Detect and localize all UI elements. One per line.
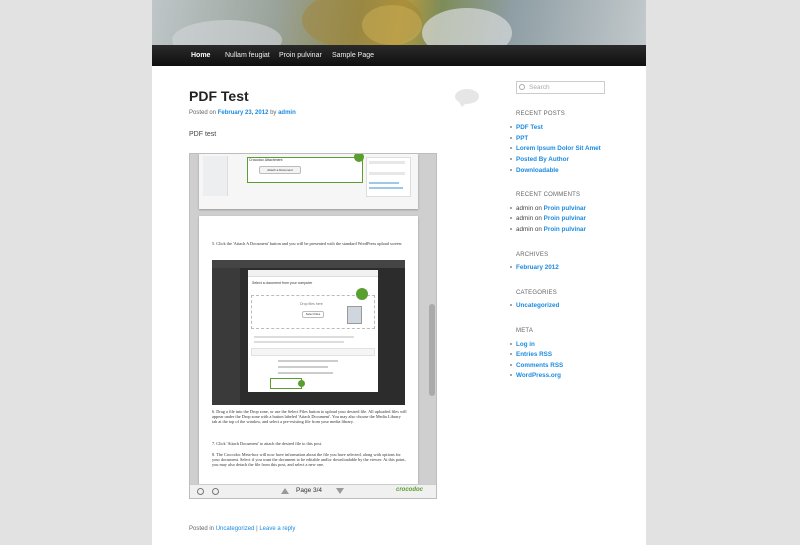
recent-comment-item: admin on Proin pulvinar <box>510 215 586 222</box>
posted-on-label: Posted on <box>189 110 217 116</box>
comment-post-link[interactable]: Proin pulvinar <box>544 205 586 212</box>
doc1-panel-title: Crocodoc Attachment <box>249 158 283 162</box>
zoom-out-icon[interactable] <box>197 488 204 495</box>
recent-post-item: Posted By Author <box>510 156 569 163</box>
categories-heading: CATEGORIES <box>516 290 557 296</box>
archive-link[interactable]: February 2012 <box>516 264 559 271</box>
leave-reply-link[interactable]: Leave a reply <box>259 526 295 532</box>
footer-separator: | <box>256 526 258 532</box>
post-date-link[interactable]: February 23, 2012 <box>218 110 269 116</box>
meta-item: WordPress.org <box>510 372 561 379</box>
post-meta: Posted on February 23, 2012 by admin <box>189 110 296 116</box>
page-container: Home Nullam feugiat Proin pulvinar Sampl… <box>152 0 646 545</box>
category-link[interactable]: Uncategorized <box>516 302 559 309</box>
nav-item-home[interactable]: Home <box>191 45 210 66</box>
recent-post-link[interactable]: PDF Test <box>516 124 543 131</box>
next-page-icon[interactable] <box>336 488 344 494</box>
comment-on-label: on <box>534 215 542 222</box>
archive-item: February 2012 <box>510 264 559 271</box>
comment-author: admin <box>516 215 534 222</box>
step-7-text: 7. Click 'Attach Document' to attach the… <box>212 441 323 446</box>
drop-zone-text: Drop files here <box>300 302 323 306</box>
post-title[interactable]: PDF Test <box>189 88 249 104</box>
recent-posts-heading: RECENT POSTS <box>516 111 565 117</box>
recent-post-link[interactable]: Downloadable <box>516 167 559 174</box>
viewer-scrollbar[interactable] <box>429 304 435 396</box>
post-content: PDF test <box>189 131 217 138</box>
step-5-text: 5. Click the 'Attach A Document' button … <box>212 241 403 246</box>
meta-item: Entries RSS <box>510 351 552 358</box>
search-icon <box>519 84 525 90</box>
meta-item: Log in <box>510 341 535 348</box>
document-viewer[interactable]: Crocodoc Attachment Attach a Document 5.… <box>189 153 437 499</box>
category-link[interactable]: Uncategorized <box>216 526 255 532</box>
comment-post-link[interactable]: Proin pulvinar <box>544 226 586 233</box>
comment-on-label: on <box>534 226 542 233</box>
zoom-in-icon[interactable] <box>212 488 219 495</box>
search-input[interactable]: Search <box>516 81 605 94</box>
select-files-button: Select Files <box>302 311 324 318</box>
page-indicator: Page 3/4 <box>296 487 323 494</box>
post-footer-meta: Posted in Uncategorized | Leave a reply <box>189 526 295 532</box>
viewer-page-2: Crocodoc Attachment Attach a Document <box>199 154 418 209</box>
comment-author: admin <box>516 226 534 233</box>
recent-post-item: PPT <box>510 135 528 142</box>
comment-author: admin <box>516 205 534 212</box>
by-label: by <box>270 110 277 116</box>
upload-title: Select a document from your computer <box>252 281 313 285</box>
recent-comments-heading: RECENT COMMENTS <box>516 192 581 198</box>
comment-on-label: on <box>534 205 542 212</box>
nav-item-sample-page[interactable]: Sample Page <box>332 45 374 66</box>
recent-post-item: PDF Test <box>510 124 543 131</box>
meta-link[interactable]: Entries RSS <box>516 351 552 358</box>
viewer-page-3: 5. Click the 'Attach A Document' button … <box>199 216 418 488</box>
recent-comment-item: admin on Proin pulvinar <box>510 226 586 233</box>
nav-item-nullam-feugiat[interactable]: Nullam feugiat <box>225 45 270 66</box>
doc1-attach-button: Attach a Document <box>259 166 301 174</box>
author-link[interactable]: admin <box>278 110 296 116</box>
meta-item: Comments RSS <box>510 362 563 369</box>
meta-link[interactable]: WordPress.org <box>516 372 561 379</box>
crocodoc-logo[interactable]: crocodoc <box>396 487 423 493</box>
recent-comment-item: admin on Proin pulvinar <box>510 205 586 212</box>
comment-post-link[interactable]: Proin pulvinar <box>544 215 586 222</box>
meta-link[interactable]: Log in <box>516 341 535 348</box>
meta-link[interactable]: Comments RSS <box>516 362 563 369</box>
recent-post-item: Lorem Ipsum Dolor Sit Amet <box>510 145 601 152</box>
posted-in-label: Posted in <box>189 526 215 532</box>
recent-post-link[interactable]: Posted By Author <box>516 156 569 163</box>
header-image <box>152 0 646 45</box>
step-6-text: 6. Drag a file into the Drop zone, or us… <box>212 409 407 425</box>
step-8-text: 8. The Crocodoc Meta-box will now have i… <box>212 452 406 468</box>
recent-post-link[interactable]: Lorem Ipsum Dolor Sit Amet <box>516 145 601 152</box>
meta-heading: META <box>516 328 534 334</box>
viewer-toolbar: Page 3/4 crocodoc <box>190 484 436 498</box>
previous-page-icon[interactable] <box>281 488 289 494</box>
main-navigation: Home Nullam feugiat Proin pulvinar Sampl… <box>152 45 646 66</box>
upload-screenshot: Select a document from your computer Dro… <box>212 260 405 405</box>
recent-post-item: Downloadable <box>510 167 559 174</box>
nav-item-proin-pulvinar[interactable]: Proin pulvinar <box>279 45 322 66</box>
archives-heading: ARCHIVES <box>516 252 549 258</box>
comment-bubble-icon[interactable] <box>455 89 479 107</box>
recent-post-link[interactable]: PPT <box>516 135 528 142</box>
category-item: Uncategorized <box>510 302 559 309</box>
